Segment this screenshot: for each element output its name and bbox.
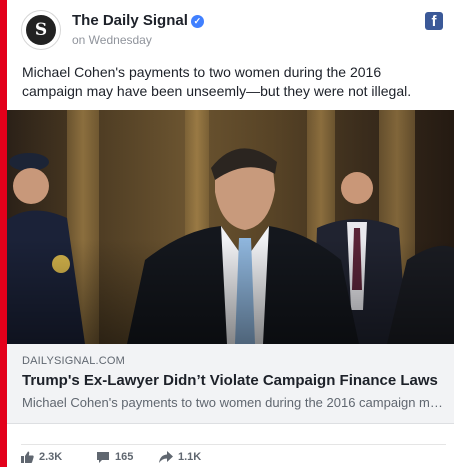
likes-stat[interactable]: 2.3K (21, 451, 62, 463)
shares-count: 1.1K (178, 451, 202, 463)
post-header: S The Daily Signal ✓ on Wednesday f (21, 8, 446, 52)
avatar-letter: S (34, 20, 48, 40)
link-preview-image[interactable] (7, 110, 454, 344)
post-text: Michael Cohen's payments to two women du… (22, 64, 412, 99)
post-timestamp[interactable]: on Wednesday (72, 33, 152, 47)
daily-signal-logo-icon: S (26, 15, 56, 45)
link-headline[interactable]: Trump's Ex-Lawyer Didn’t Violate Campaig… (22, 372, 446, 389)
accent-bar (0, 0, 7, 467)
comments-stat[interactable]: 165 (96, 451, 133, 463)
likes-count: 2.3K (39, 451, 63, 463)
facebook-post: S The Daily Signal ✓ on Wednesday f Micha… (7, 0, 454, 467)
facebook-glyph: f (431, 13, 437, 30)
comments-count: 165 (115, 451, 134, 463)
facebook-icon[interactable]: f (425, 12, 443, 30)
link-meta[interactable]: DAILYSIGNAL.COM Trump's Ex-Lawyer Didn’t… (7, 344, 454, 424)
photo-shade (7, 110, 454, 344)
comment-icon (97, 452, 109, 463)
divider (21, 444, 446, 445)
share-icon (159, 451, 173, 463)
verified-badge-icon: ✓ (190, 15, 204, 28)
page-name-text[interactable]: The Daily Signal (72, 12, 188, 29)
avatar[interactable]: S (21, 10, 61, 50)
link-domain: DAILYSIGNAL.COM (22, 355, 126, 367)
link-description: Michael Cohen's payments to two women du… (22, 395, 446, 410)
shares-stat[interactable]: 1.1K (159, 451, 201, 463)
like-icon (21, 451, 34, 463)
link-preview[interactable]: DAILYSIGNAL.COM Trump's Ex-Lawyer Didn’t… (7, 110, 454, 436)
page-name[interactable]: The Daily Signal ✓ (72, 12, 204, 29)
